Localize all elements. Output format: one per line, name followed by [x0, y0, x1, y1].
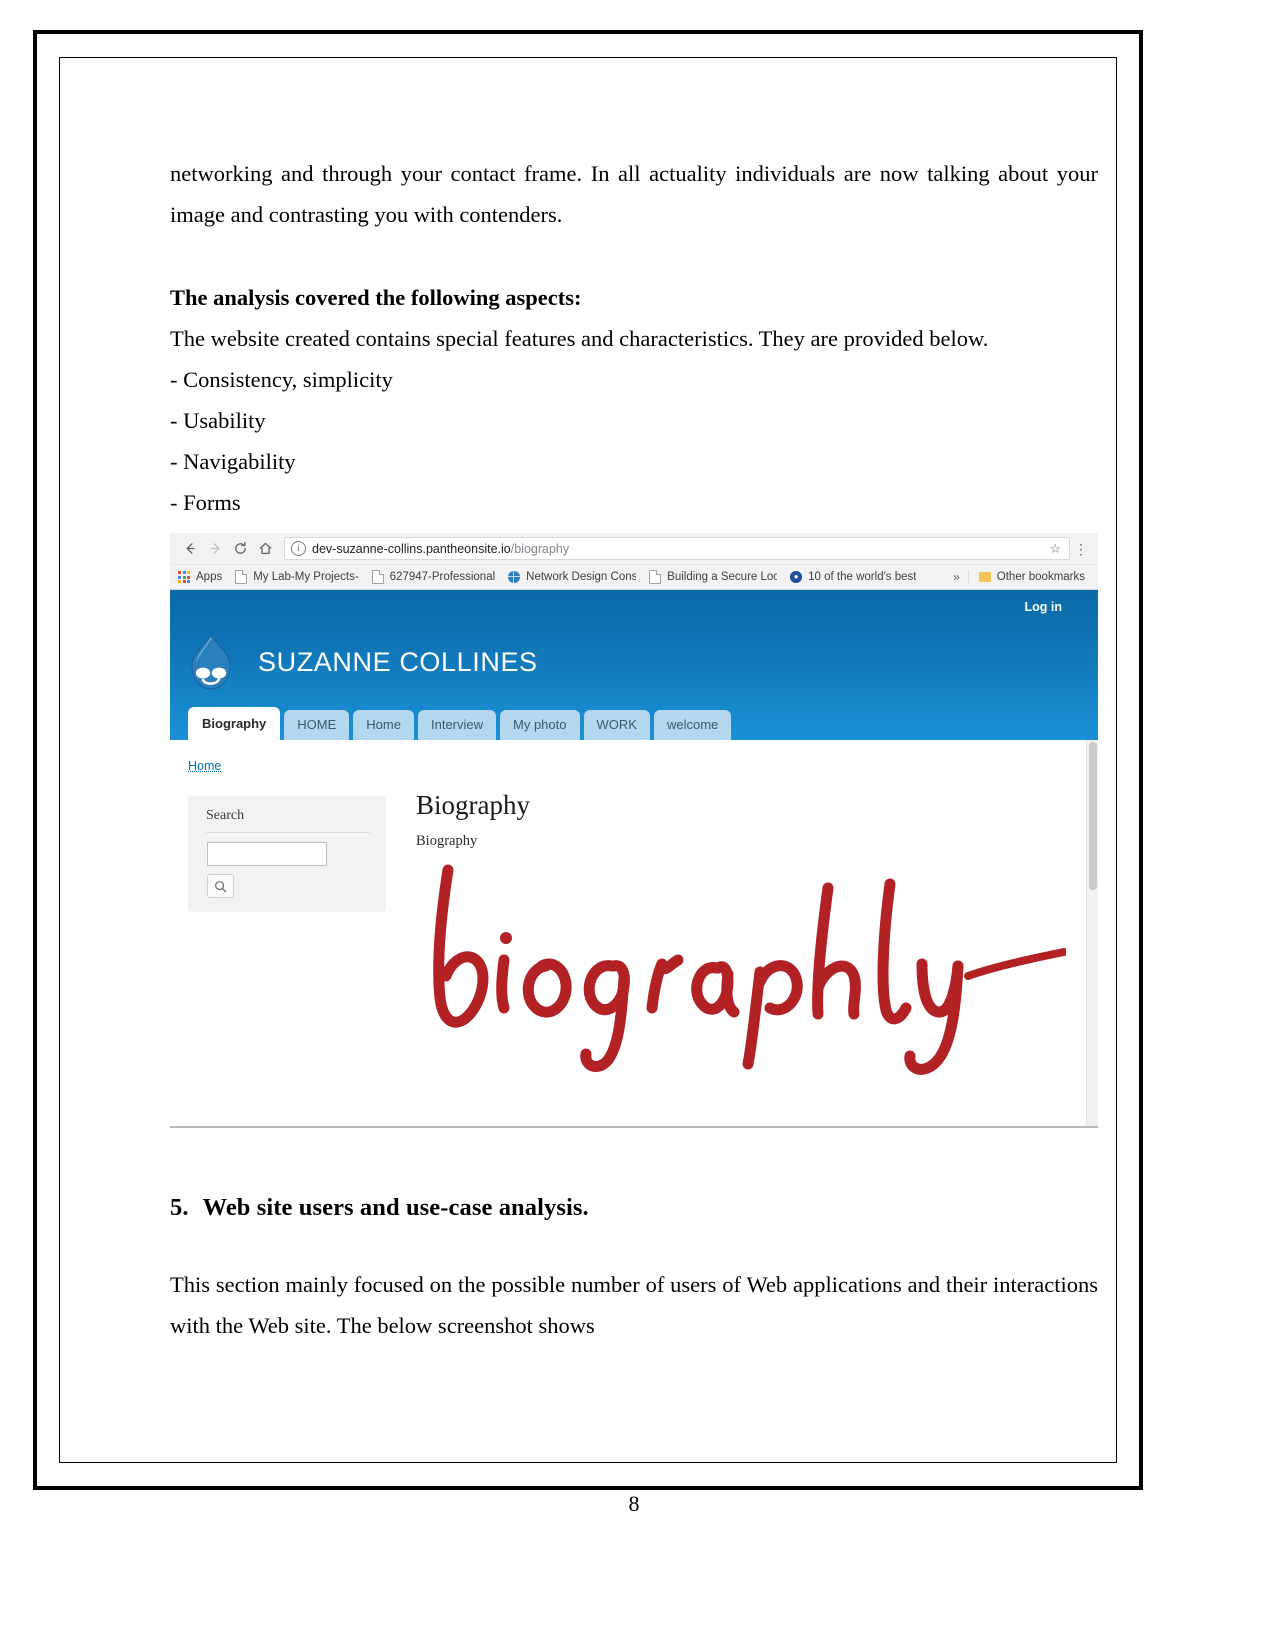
browser-chrome: i dev-suzanne-collins.pantheonsite.io/bi… — [170, 533, 1098, 590]
page-inner-border: networking and through your contact fram… — [59, 57, 1117, 1516]
document-favicon — [371, 570, 384, 584]
site-header: Log in SUZANNE COLLINES Biography HOME H… — [170, 590, 1098, 740]
section-number: 5. — [170, 1194, 189, 1221]
globe-favicon — [508, 571, 521, 583]
bullet-consistency: - Consistency, simplicity — [170, 367, 393, 392]
bookmark-network-design-cons[interactable]: Network Design Cons — [508, 571, 636, 583]
address-bar[interactable]: i dev-suzanne-collins.pantheonsite.io/bi… — [284, 537, 1070, 560]
bookmark-other-bookmarks[interactable]: Other bookmarks — [978, 571, 1085, 583]
page-scrollbar-thumb[interactable] — [1089, 742, 1097, 890]
bookmark-my-lab-my-projects[interactable]: My Lab-My Projects- — [235, 570, 359, 584]
document-content: networking and through your contact fram… — [170, 153, 1098, 1516]
article-header: Biography Biography — [416, 790, 1086, 850]
section-heading: 5. Web site users and use-case analysis. — [170, 1194, 1098, 1222]
search-sidebar-block: Search — [188, 796, 386, 912]
site-nav-tabs: Biography HOME Home Interview My photo W… — [188, 707, 735, 740]
folder-icon — [978, 572, 991, 582]
three-dots-menu-icon[interactable]: ⋮ — [1070, 542, 1092, 556]
bookmarks-bar: Apps My Lab-My Projects- 627947-Professi… — [170, 564, 1098, 589]
arrow-right-icon[interactable] — [203, 536, 228, 561]
tab-my-photo[interactable]: My photo — [500, 710, 580, 740]
blue-circle-favicon: ● — [790, 571, 803, 583]
embedded-browser-screenshot: i dev-suzanne-collins.pantheonsite.io/bi… — [170, 533, 1098, 1128]
bookmark-label: Building a Secure Loc — [667, 571, 778, 583]
bookmark-label: Network Design Cons — [526, 571, 637, 583]
paragraph-1: networking and through your contact fram… — [170, 161, 1098, 227]
info-icon[interactable]: i — [291, 541, 306, 556]
tab-home[interactable]: Home — [353, 710, 414, 740]
article-title: Biography — [416, 790, 530, 820]
bookmark-label: Other bookmarks — [996, 571, 1085, 583]
reload-icon[interactable] — [228, 536, 253, 561]
site-title: SUZANNE COLLINES — [258, 646, 538, 677]
browser-bottom-edge — [170, 1126, 1098, 1128]
page-outer-border: networking and through your contact fram… — [33, 30, 1143, 1516]
page-scrollbar-track[interactable] — [1086, 740, 1098, 1128]
site-body: Home Search Biography Biography — [170, 740, 1098, 1128]
site-brand[interactable]: SUZANNE COLLINES — [186, 633, 538, 691]
drupal-droplet-icon — [186, 633, 236, 691]
intro-line: The website created contains special fea… — [170, 326, 989, 351]
star-icon[interactable]: ☆ — [1045, 541, 1065, 557]
bookmark-label: Apps — [196, 571, 223, 583]
website-viewport: Log in SUZANNE COLLINES Biography HOME H… — [170, 590, 1098, 1128]
bookmark-apps[interactable]: Apps — [178, 571, 222, 583]
bookmark-label: 627947-Professional — [389, 571, 496, 583]
bookmark-627947-professional[interactable]: 627947-Professional — [371, 570, 496, 584]
tab-biography[interactable]: Biography — [188, 707, 281, 740]
bookmark-10-of-the-worlds-best[interactable]: ● 10 of the world's best — [790, 571, 916, 583]
url-path: /biography — [510, 541, 570, 556]
url-text: dev-suzanne-collins.pantheonsite.io/biog… — [312, 542, 569, 556]
biography-script-image — [416, 848, 1066, 1078]
search-submit-button[interactable] — [207, 874, 234, 898]
home-icon[interactable] — [253, 536, 278, 561]
document-favicon — [235, 570, 248, 584]
search-divider — [206, 832, 370, 833]
breadcrumb[interactable]: Home — [188, 759, 221, 773]
search-input[interactable] — [207, 842, 327, 866]
document-favicon — [649, 570, 662, 584]
analysis-heading: The analysis covered the following aspec… — [170, 285, 582, 310]
bookmark-label: 10 of the world's best — [808, 571, 917, 583]
bullet-usability: - Usability — [170, 408, 266, 433]
tab-work[interactable]: WORK — [583, 710, 650, 740]
bullet-navigability: - Navigability — [170, 449, 296, 474]
omnibar-row: i dev-suzanne-collins.pantheonsite.io/bi… — [170, 533, 1098, 564]
url-host: dev-suzanne-collins.pantheonsite.io — [312, 541, 511, 556]
login-link[interactable]: Log in — [1025, 600, 1063, 614]
bookmarks-separator — [967, 570, 969, 584]
search-block-label: Search — [206, 808, 245, 823]
tab-interview[interactable]: Interview — [417, 710, 497, 740]
bullet-forms: - Forms — [170, 490, 241, 515]
section-title: Web site users and use-case analysis. — [202, 1194, 589, 1221]
bookmark-label: My Lab-My Projects- — [253, 571, 359, 583]
bookmark-building-a-secure-loc[interactable]: Building a Secure Loc — [649, 570, 777, 584]
bookmarks-overflow-icon[interactable]: » — [953, 570, 960, 584]
page-number: 8 — [628, 1491, 640, 1516]
tab-welcome[interactable]: welcome — [653, 710, 732, 740]
apps-grid-icon — [178, 571, 190, 583]
paragraph-2: This section mainly focused on the possi… — [170, 1272, 1098, 1338]
arrow-left-icon[interactable] — [178, 536, 203, 561]
tab-home-upper[interactable]: HOME — [284, 710, 350, 740]
